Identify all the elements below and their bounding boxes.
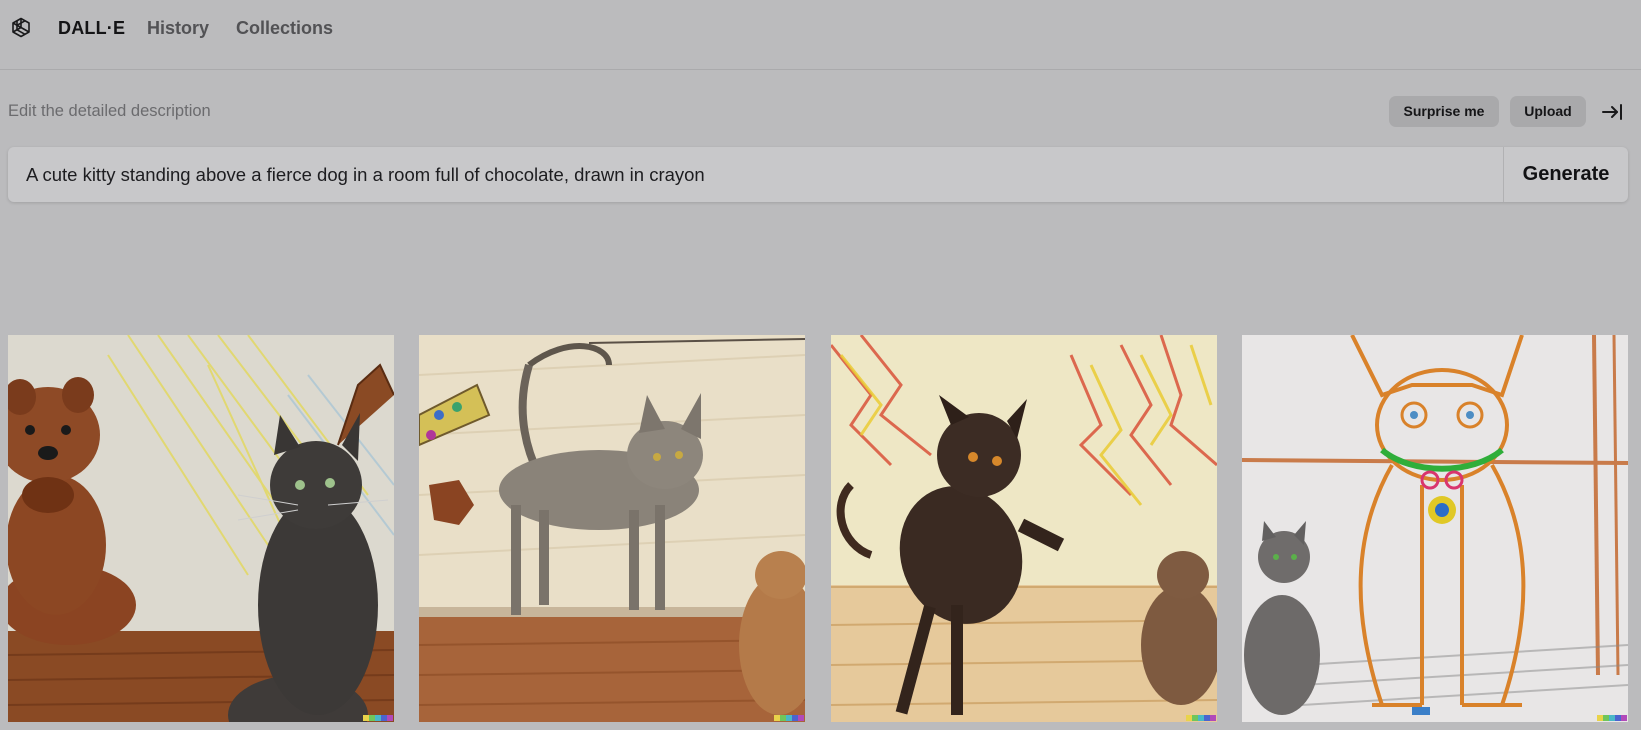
prompt-input[interactable]: A cute kitty standing above a fierce dog… <box>26 147 1506 202</box>
openai-logo-icon[interactable] <box>7 15 35 43</box>
result-image-1[interactable] <box>8 335 394 722</box>
signature-mark <box>363 715 393 721</box>
top-navigation: DALL·E History Collections <box>0 0 1641 70</box>
result-image-3-artwork <box>831 335 1217 722</box>
signature-mark <box>1597 715 1627 721</box>
signature-mark <box>1186 715 1216 721</box>
nav-history[interactable]: History <box>147 17 209 39</box>
result-image-4-artwork <box>1242 335 1628 722</box>
edit-description-label: Edit the detailed description <box>8 102 211 120</box>
nav-dalle[interactable]: DALL·E <box>58 17 125 39</box>
result-image-2[interactable] <box>419 335 805 722</box>
surprise-me-button[interactable]: Surprise me <box>1389 96 1499 127</box>
result-image-3[interactable] <box>831 335 1217 722</box>
signature-swatch <box>387 715 393 721</box>
signature-swatch <box>798 715 804 721</box>
nav-collections[interactable]: Collections <box>236 17 333 39</box>
result-image-2-artwork <box>419 335 805 722</box>
upload-button[interactable]: Upload <box>1510 96 1586 127</box>
generate-button[interactable]: Generate <box>1504 147 1628 202</box>
result-image-1-artwork <box>8 335 394 722</box>
signature-mark <box>774 715 804 721</box>
signature-swatch <box>1210 715 1216 721</box>
signature-swatch <box>1621 715 1627 721</box>
result-image-4[interactable] <box>1242 335 1628 722</box>
prompt-bar: A cute kitty standing above a fierce dog… <box>8 147 1628 202</box>
collapse-panel-icon[interactable] <box>1600 100 1624 124</box>
